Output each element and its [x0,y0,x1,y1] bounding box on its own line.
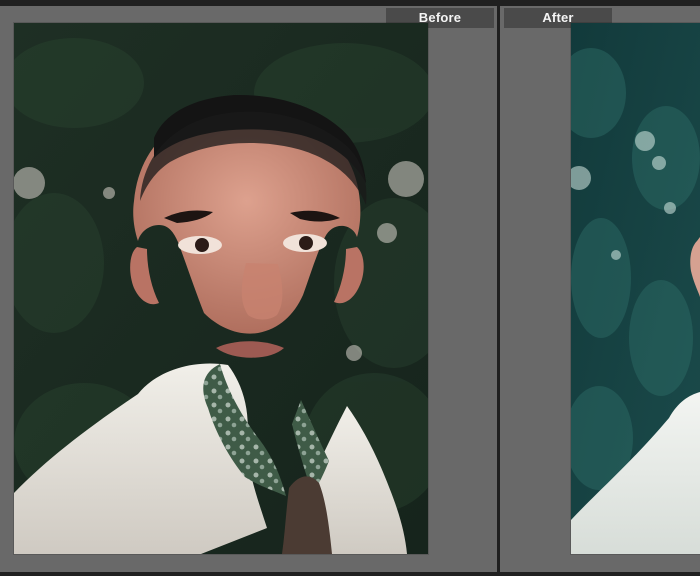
before-pane[interactable]: Before [0,6,497,572]
before-photo[interactable] [14,23,428,554]
after-photo-svg [571,23,700,554]
before-photo-svg [14,23,428,554]
after-photo[interactable] [571,23,700,554]
before-after-compare-view: Before After [0,0,700,576]
after-pane[interactable]: After [500,6,700,572]
